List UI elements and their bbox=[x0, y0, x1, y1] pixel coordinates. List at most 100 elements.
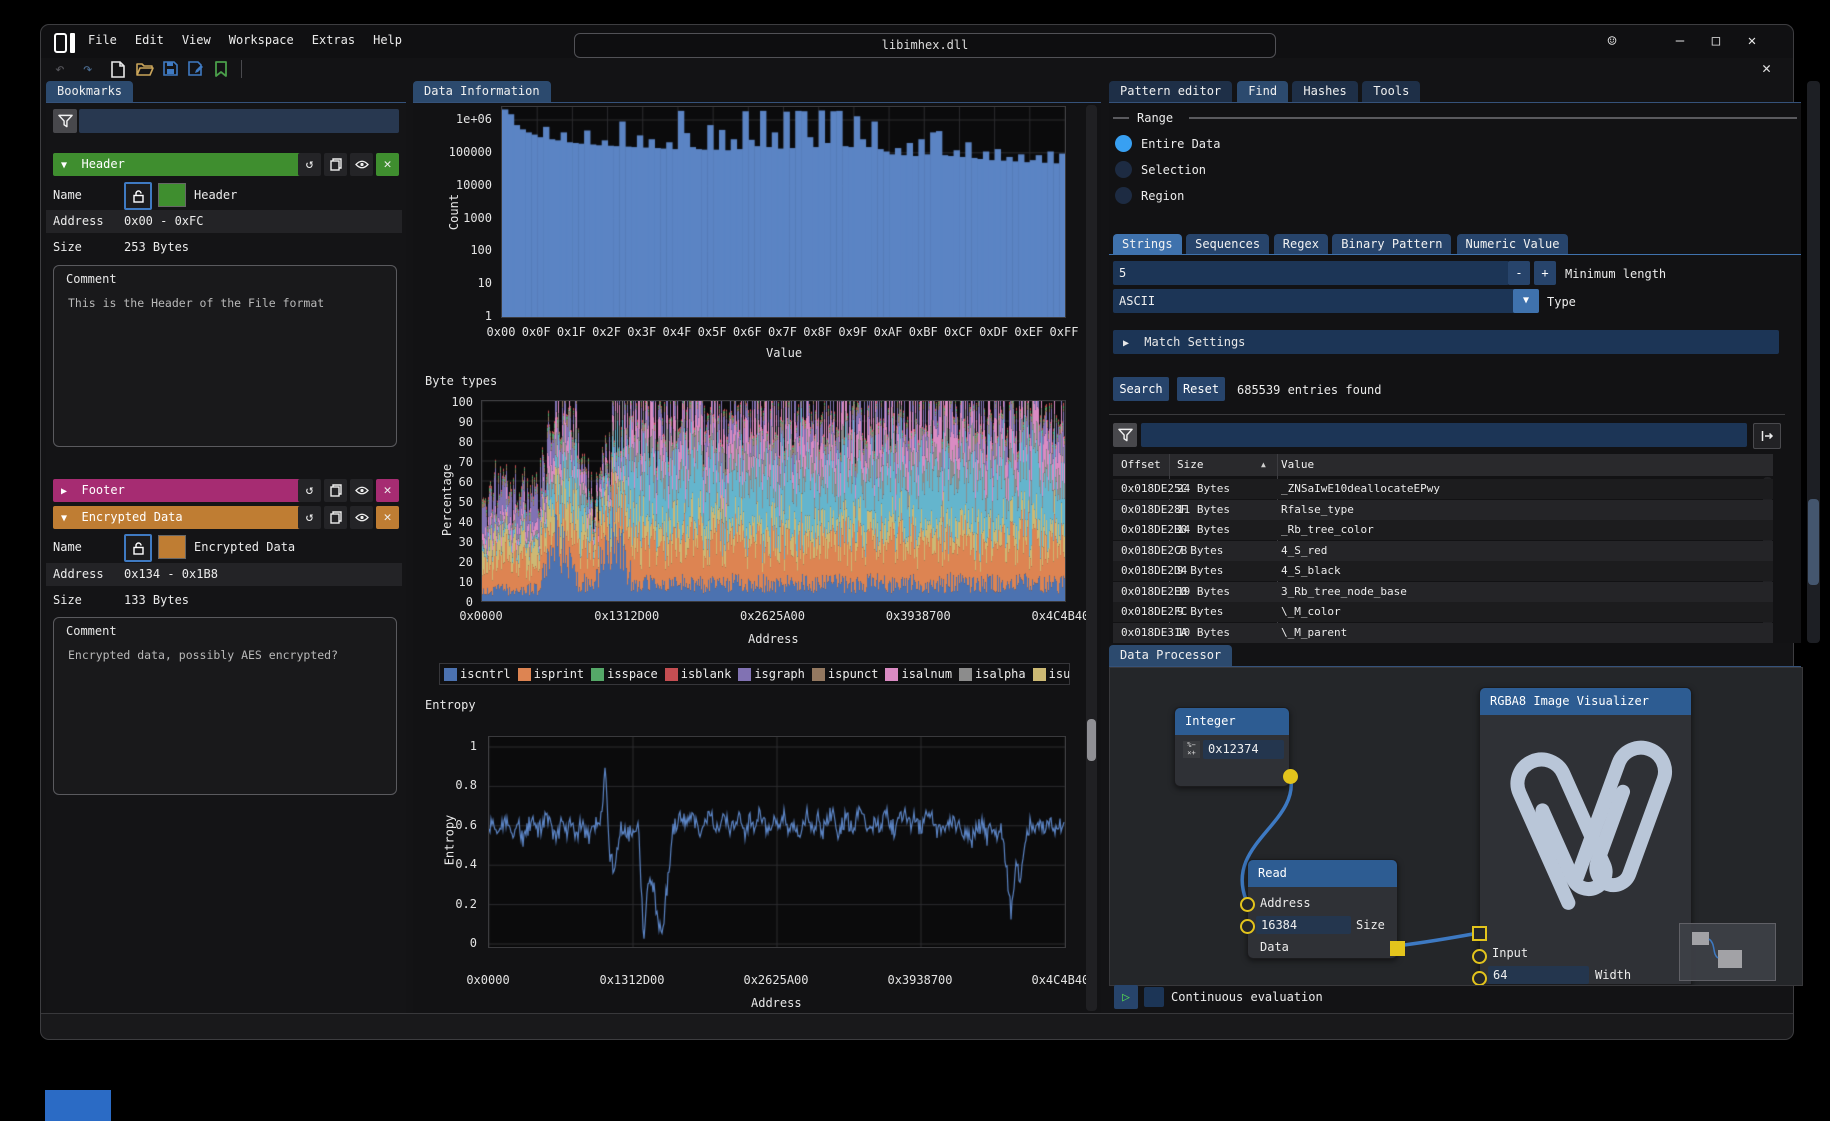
results-table-header[interactable]: Offset Size ▲ Value bbox=[1113, 454, 1773, 476]
redo-icon[interactable]: ↷ bbox=[83, 59, 93, 78]
byte-types-legend[interactable]: iscntrlisprintisspaceisblankisgraphispun… bbox=[439, 663, 1070, 685]
tab-bookmarks[interactable]: Bookmarks bbox=[46, 81, 133, 102]
goto-result-button[interactable] bbox=[1753, 423, 1781, 449]
maximize-button[interactable]: □ bbox=[1703, 28, 1729, 54]
datainfo-scrollbar-thumb[interactable] bbox=[1087, 719, 1096, 761]
bookmark-icon[interactable] bbox=[215, 61, 227, 80]
save-as-icon[interactable] bbox=[188, 61, 204, 79]
bookmarks-filter-input[interactable] bbox=[79, 109, 399, 133]
bookmark-footer-visibility-icon[interactable] bbox=[350, 479, 373, 502]
feedback-smiley-icon[interactable]: ☺ bbox=[1599, 28, 1625, 54]
table-row[interactable]: 0x018DE2D49 Bytes4_S_black bbox=[1113, 561, 1773, 581]
collapse-icon[interactable]: ▼ bbox=[61, 513, 67, 524]
legend-item-iscntrl[interactable]: iscntrl bbox=[444, 667, 511, 681]
lock-icon[interactable] bbox=[124, 534, 152, 562]
radio-region[interactable] bbox=[1115, 187, 1132, 204]
taskbar-item[interactable] bbox=[45, 1090, 111, 1121]
tab-hashes[interactable]: Hashes bbox=[1292, 81, 1357, 102]
table-row[interactable]: 0x018DE2E019 Bytes3_Rb_tree_node_base bbox=[1113, 582, 1773, 602]
find-panel-scrollbar-thumb[interactable] bbox=[1808, 499, 1819, 585]
bookmark-encrypted-bar[interactable]: ▼ Encrypted Data bbox=[53, 506, 304, 529]
open-folder-icon[interactable] bbox=[136, 62, 154, 79]
workspace-close-icon[interactable]: ✕ bbox=[1762, 59, 1771, 77]
table-row[interactable]: 0x018DE28F11 BytesRfalse_type bbox=[1113, 500, 1773, 520]
bookmark-footer-jump-icon[interactable]: ↺ bbox=[298, 479, 321, 502]
results-filter-input[interactable] bbox=[1141, 423, 1747, 447]
bookmark-footer-copy-icon[interactable] bbox=[324, 479, 347, 502]
legend-item-isalnum[interactable]: isalnum bbox=[885, 667, 952, 681]
bookmark-encrypted-visibility-icon[interactable] bbox=[350, 506, 373, 529]
bookmarks-filter-icon[interactable] bbox=[53, 109, 77, 133]
new-file-icon[interactable] bbox=[111, 61, 125, 81]
undo-icon[interactable]: ↶ bbox=[55, 59, 65, 78]
subtab-numeric-value[interactable]: Numeric Value bbox=[1457, 234, 1569, 254]
node-editor-canvas[interactable]: RGBA8 Image Visualizer Input 64 Width 64 bbox=[1109, 667, 1803, 986]
bookmark-encrypted-close-icon[interactable]: ✕ bbox=[376, 506, 399, 529]
bookmark-footer-bar[interactable]: ▶ Footer bbox=[53, 479, 304, 502]
lock-icon[interactable] bbox=[124, 182, 152, 210]
visualizer-input-pin[interactable] bbox=[1472, 926, 1487, 941]
search-button[interactable]: Search bbox=[1113, 377, 1169, 401]
node-read[interactable]: Read Address 16384 Size Data bbox=[1247, 859, 1398, 959]
comment-box[interactable]: Comment This is the Header of the File f… bbox=[53, 265, 397, 447]
table-row[interactable]: 0x018DE31A10 Bytes\_M_parent bbox=[1113, 623, 1773, 643]
save-icon[interactable] bbox=[163, 61, 178, 79]
node-title[interactable]: Read bbox=[1248, 860, 1397, 887]
tab-tools[interactable]: Tools bbox=[1362, 81, 1420, 102]
run-button[interactable]: ▷ bbox=[1114, 985, 1138, 1009]
bookmark-color-swatch[interactable] bbox=[158, 183, 186, 207]
entropy-plot[interactable] bbox=[488, 736, 1066, 948]
table-row[interactable]: 0x018DE25C24 Bytes_ZNSaIwE10deallocateEP… bbox=[1113, 479, 1773, 499]
minimize-button[interactable]: — bbox=[1667, 28, 1693, 54]
menu-item-extras[interactable]: Extras bbox=[303, 31, 364, 49]
node-editor-minimap[interactable] bbox=[1679, 923, 1776, 981]
read-size-pin[interactable] bbox=[1240, 919, 1255, 934]
titlebar[interactable]: FileEditViewWorkspaceExtrasHelp libimhex… bbox=[41, 25, 1793, 58]
table-row[interactable]: 0x018DE2FC9 Bytes\_M_color bbox=[1113, 602, 1773, 622]
min-length-input[interactable]: 5 bbox=[1113, 261, 1509, 285]
continuous-eval-checkbox[interactable] bbox=[1144, 987, 1164, 1007]
radio-selection[interactable] bbox=[1115, 161, 1132, 178]
bookmark-header-bar[interactable]: ▼ Header bbox=[53, 153, 304, 176]
collapse-icon[interactable]: ▼ bbox=[61, 160, 67, 171]
match-settings-header[interactable]: ▶ Match Settings bbox=[1113, 330, 1779, 354]
read-address-pin[interactable] bbox=[1240, 897, 1255, 912]
results-filter-icon[interactable] bbox=[1113, 423, 1137, 447]
column-value[interactable]: Value bbox=[1281, 454, 1314, 476]
bookmark-header-copy-icon[interactable] bbox=[324, 153, 347, 176]
integer-value-input[interactable]: 0x12374 bbox=[1203, 740, 1284, 759]
tab-pattern-editor[interactable]: Pattern editor bbox=[1109, 81, 1232, 102]
reset-button[interactable]: Reset bbox=[1177, 377, 1225, 401]
width-input[interactable]: 64 bbox=[1488, 966, 1589, 984]
table-row[interactable]: 0x018DE2CB7 Bytes4_S_red bbox=[1113, 541, 1773, 561]
chevron-down-icon[interactable]: ▼ bbox=[1513, 289, 1539, 313]
subtab-strings[interactable]: Strings bbox=[1113, 234, 1182, 254]
node-integer[interactable]: Integer %−×+ 0x12374 bbox=[1174, 707, 1290, 787]
tab-find[interactable]: Find bbox=[1237, 81, 1288, 102]
subtab-binary-pattern[interactable]: Binary Pattern bbox=[1332, 234, 1451, 254]
subtab-regex[interactable]: Regex bbox=[1274, 234, 1328, 254]
tab-data-information[interactable]: Data Information bbox=[413, 81, 551, 102]
bookmark-encrypted-copy-icon[interactable] bbox=[324, 506, 347, 529]
bookmark-header-jump-icon[interactable]: ↺ bbox=[298, 153, 321, 176]
table-row[interactable]: 0x018DE2B014 Bytes_Rb_tree_color bbox=[1113, 520, 1773, 540]
legend-item-isupper[interactable]: isupper bbox=[1033, 667, 1070, 681]
column-offset[interactable]: Offset bbox=[1121, 454, 1161, 476]
tab-data-processor[interactable]: Data Processor bbox=[1109, 645, 1232, 666]
legend-item-isalpha[interactable]: isalpha bbox=[959, 667, 1026, 681]
read-size-input[interactable]: 16384 bbox=[1256, 916, 1351, 934]
comment-box[interactable]: Comment Encrypted data, possibly AES enc… bbox=[53, 617, 397, 795]
close-button[interactable]: ✕ bbox=[1739, 28, 1765, 54]
title-input[interactable]: libimhex.dll bbox=[574, 33, 1276, 58]
subtab-sequences[interactable]: Sequences bbox=[1186, 234, 1269, 254]
menu-item-edit[interactable]: Edit bbox=[126, 31, 173, 49]
bookmark-header-close-icon[interactable]: ✕ bbox=[376, 153, 399, 176]
menu-item-file[interactable]: File bbox=[79, 31, 126, 49]
increment-button[interactable]: + bbox=[1534, 261, 1556, 285]
type-select[interactable]: ASCII bbox=[1113, 289, 1519, 313]
bookmark-header-visibility-icon[interactable] bbox=[350, 153, 373, 176]
bookmark-footer-close-icon[interactable]: ✕ bbox=[376, 479, 399, 502]
legend-item-isblank[interactable]: isblank bbox=[665, 667, 732, 681]
menu-item-workspace[interactable]: Workspace bbox=[220, 31, 303, 49]
collapse-icon[interactable]: ▶ bbox=[61, 486, 67, 497]
